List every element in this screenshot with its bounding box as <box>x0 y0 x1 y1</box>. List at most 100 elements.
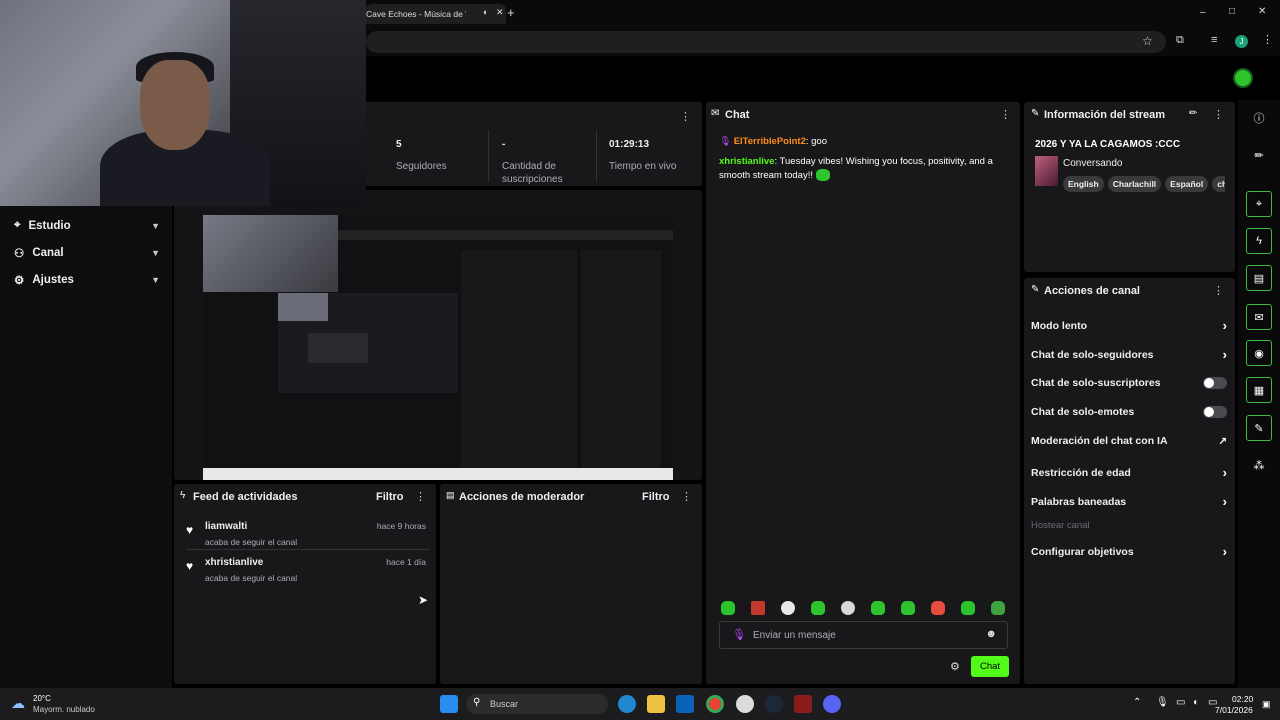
mod-filter-button[interactable]: Filtro <box>642 491 670 503</box>
action-slow-mode[interactable]: Modo lento › <box>1031 318 1227 333</box>
external-link-icon: ↗ <box>1218 435 1227 447</box>
wrench-icon[interactable]: ✎ <box>1246 415 1272 441</box>
broadcast-icon[interactable]: ◉ <box>1246 340 1272 366</box>
chat-username[interactable]: xhristianlive <box>719 156 774 167</box>
camera-icon[interactable]: ⌖ <box>1246 191 1272 217</box>
weather-icon: ☁ <box>11 695 25 711</box>
subscribers-only-toggle[interactable] <box>1203 377 1227 389</box>
emote-icon[interactable] <box>811 601 825 615</box>
folder-icon[interactable] <box>647 695 665 713</box>
wrench-icon: ✎ <box>1031 108 1040 119</box>
tag[interactable]: ch <box>1212 176 1225 192</box>
action-ai-moderation[interactable]: Moderación del chat con IA ↗ <box>1031 435 1227 447</box>
discord-icon[interactable] <box>823 695 841 713</box>
bolt-icon[interactable]: ϟ <box>1246 228 1272 254</box>
emote-icon[interactable] <box>991 601 1005 615</box>
chrome-icon[interactable] <box>706 695 724 713</box>
bookmark-star-icon[interactable]: ☆ <box>1142 34 1153 48</box>
volume-icon[interactable]: ◖ <box>1192 697 1198 708</box>
action-label: Moderación del chat con IA <box>1031 435 1168 447</box>
emote-icon[interactable] <box>721 601 735 615</box>
edit-icon[interactable]: ✏ <box>1246 142 1272 168</box>
emote-icon[interactable] <box>781 601 795 615</box>
minimize-button[interactable]: – <box>1200 7 1206 18</box>
emote-icon[interactable] <box>931 601 945 615</box>
chat-send-button[interactable]: Chat <box>971 656 1009 677</box>
emoji-picker-icon[interactable]: ☻ <box>985 628 997 640</box>
new-tab-button[interactable]: + <box>507 5 515 20</box>
info-icon[interactable]: ⓘ <box>1246 105 1272 131</box>
maximize-button[interactable]: □ <box>1229 6 1235 17</box>
tag[interactable]: Español <box>1165 176 1209 192</box>
activity-filter-button[interactable]: Filtro <box>376 491 404 503</box>
layout-icon[interactable]: ▦ <box>1246 377 1272 403</box>
extensions-icon[interactable]: ⧉ <box>1176 34 1184 47</box>
stream-info-title: Información del stream <box>1044 109 1166 121</box>
chevron-up-icon[interactable]: ⌃ <box>1133 697 1141 708</box>
nav-label: Canal <box>32 247 64 259</box>
emote-icon[interactable] <box>871 601 885 615</box>
more-options-icon[interactable]: ⋮ <box>415 490 426 503</box>
share-icon[interactable]: ⁂ <box>1246 452 1272 478</box>
action-banned-words[interactable]: Palabras baneadas › <box>1031 494 1227 509</box>
store-icon[interactable] <box>676 695 694 713</box>
stat-followers: 5 Seguidores <box>396 139 447 173</box>
mic-icon: 🎙 <box>732 629 746 641</box>
close-window-button[interactable]: ✕ <box>1258 6 1266 17</box>
action-configure-goals[interactable]: Configurar objetivos › <box>1031 544 1227 559</box>
chevron-down-icon: ▼ <box>151 248 160 258</box>
chat-username[interactable]: ElTerriblePoint2 <box>734 136 806 147</box>
category-thumbnail <box>1035 156 1058 186</box>
clock-date[interactable]: 7/01/2026 <box>1215 705 1253 715</box>
more-options-icon[interactable]: ⋮ <box>680 110 691 123</box>
taskbar-search[interactable]: ⚲ Buscar <box>466 694 608 714</box>
game-icon[interactable] <box>794 695 812 713</box>
emote-icon[interactable] <box>751 601 765 615</box>
nav-item-canal[interactable]: ⚇ Canal ▼ <box>14 246 160 260</box>
media-control-icon[interactable]: ≡ <box>1211 34 1217 46</box>
notification-icon[interactable]: ▣ <box>1262 699 1271 710</box>
search-label: Buscar <box>490 699 519 709</box>
activity-action: acaba de seguir el canal <box>205 573 298 583</box>
chat-title: Chat <box>725 109 750 121</box>
edit-icon[interactable]: ✏ <box>1189 108 1197 119</box>
weather-desc: Mayorm. nublado <box>33 705 95 714</box>
action-followers-only[interactable]: Chat de solo-seguidores › <box>1031 347 1227 362</box>
close-tab-icon[interactable]: ✕ <box>496 7 504 18</box>
stream-preview[interactable] <box>203 215 673 480</box>
chat-settings-icon[interactable]: ⚙ <box>950 660 960 673</box>
tag[interactable]: Charlachill <box>1107 176 1162 192</box>
stat-label: Tiempo en vivo <box>609 161 677 172</box>
edge-icon[interactable] <box>618 695 636 713</box>
more-options-icon[interactable]: ⋮ <box>1213 284 1224 297</box>
tag[interactable]: English <box>1063 176 1104 192</box>
more-options-icon[interactable]: ⋮ <box>681 490 692 503</box>
nav-item-estudio[interactable]: ⌖ Estudio ▼ <box>14 219 160 232</box>
action-age-restriction[interactable]: Restricción de edad › <box>1031 465 1227 480</box>
wrench-icon: ✎ <box>1031 284 1040 295</box>
clock-time[interactable]: 02:20 <box>1232 694 1253 704</box>
browser-menu-icon[interactable]: ⋮ <box>1262 33 1273 46</box>
document-icon[interactable]: ▤ <box>1246 265 1272 291</box>
emotes-only-toggle[interactable] <box>1203 406 1227 418</box>
user-avatar[interactable] <box>1233 68 1253 88</box>
chat-icon[interactable]: ✉ <box>1246 304 1272 330</box>
chevron-down-icon: ▼ <box>151 220 160 231</box>
emote-icon[interactable] <box>901 601 915 615</box>
more-options-icon[interactable]: ⋮ <box>1000 108 1011 121</box>
browser-tab[interactable]: Cave Echoes - Música de Vi ◖ ✕ <box>366 4 506 24</box>
network-icon[interactable]: ▭ <box>1176 697 1185 708</box>
chat-message: 🎙 ElTerriblePoint2: goo <box>719 135 1009 149</box>
heart-icon: ♥ <box>186 559 194 573</box>
chat-input[interactable]: 🎙 Enviar un mensaje ☻ <box>719 621 1008 649</box>
nav-item-ajustes[interactable]: ⚙ Ajustes ▼ <box>14 273 160 287</box>
profile-avatar[interactable]: J <box>1235 35 1248 48</box>
obs-icon[interactable] <box>736 695 754 713</box>
emote-icon[interactable] <box>961 601 975 615</box>
start-button[interactable] <box>440 695 458 713</box>
emote-icon[interactable] <box>841 601 855 615</box>
steam-icon[interactable] <box>765 695 783 713</box>
more-options-icon[interactable]: ⋮ <box>1213 108 1224 121</box>
mic-icon[interactable]: 🎙 <box>1156 697 1169 708</box>
address-bar[interactable] <box>366 31 1166 53</box>
